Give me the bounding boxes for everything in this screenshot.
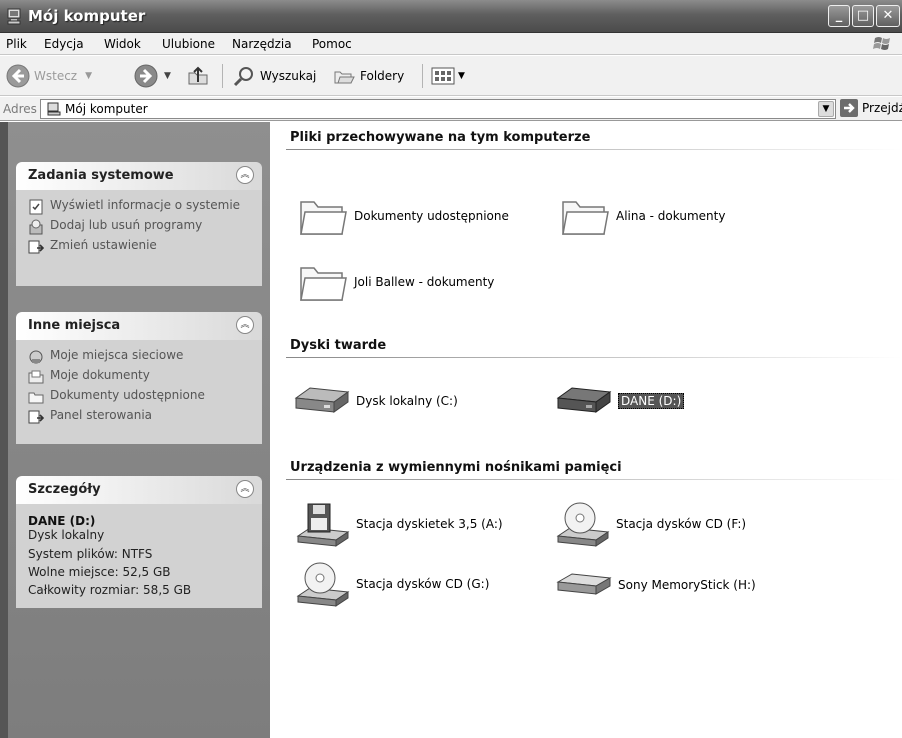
search-icon [233,67,253,87]
details-panel: Szczegóły ︽ DANE (D:) Dysk lokalny Syste… [16,476,262,608]
network-places-icon [29,350,43,364]
details-header[interactable]: Szczegóły ︽ [16,476,262,504]
my-documents-icon [28,370,44,384]
folder-icon [562,201,609,235]
collapse-icon[interactable]: ︽ [236,480,254,498]
up-folder-icon [188,66,208,85]
menu-edycja[interactable]: Edycja [44,37,84,51]
system-tasks-panel: Zadania systemowe ︽ Wyświetl informacje … [16,162,262,286]
task-pane: Zadania systemowe ︽ Wyświetl informacje … [8,122,270,738]
floppy-drive-icon [296,503,350,547]
group-divider [286,149,902,150]
address-value: Mój komputer [65,102,148,116]
group-title-hard-disks: Dyski twarde [290,338,387,353]
menu-plik[interactable]: Plik [6,37,27,51]
details-name: DANE (D:) [28,514,96,528]
system-tasks-header[interactable]: Zadania systemowe ︽ [16,162,262,190]
other-places-header[interactable]: Inne miejsca ︽ [16,312,262,340]
address-label: Adres [3,102,37,116]
collapse-icon[interactable]: ︽ [236,316,254,334]
address-field[interactable]: Mój komputer ▼ [40,99,836,119]
toolbar-separator [422,64,423,88]
system-info-icon [29,199,43,215]
item-cd-g[interactable]: Stacja dysków CD (G:) [294,560,489,608]
group-divider [286,479,902,480]
item-cd-f[interactable]: Stacja dysków CD (F:) [554,500,746,548]
title-bar[interactable]: Mój komputer _ □ ✕ [0,0,902,33]
place-shared-documents[interactable]: Dokumenty udostępnione [28,388,252,405]
menu-widok[interactable]: Widok [104,37,141,51]
item-floppy-a[interactable]: Stacja dyskietek 3,5 (A:) [294,500,503,548]
collapse-icon[interactable]: ︽ [236,166,254,184]
item-joli-ballew-documents[interactable]: Joli Ballew - dokumenty [298,260,494,304]
group-divider [286,357,902,358]
toolbar-separator [222,64,223,88]
address-bar: Adres Mój komputer ▼ Przejdź [0,97,902,121]
task-view-system-info[interactable]: Wyświetl informacje o systemie [28,198,252,215]
details-free-space: Wolne miejsce: 52,5 GB [28,565,171,579]
back-dropdown-icon[interactable]: ▼ [85,71,92,81]
cd-drive-icon [556,502,610,547]
windows-logo-icon [873,37,890,50]
place-network[interactable]: Moje miejsca sieciowe [28,348,252,365]
control-panel-icon [28,240,44,254]
control-panel-icon [28,410,44,424]
views-dropdown-icon[interactable]: ▼ [458,71,465,81]
group-title-removable: Urządzenia z wymiennymi nośnikami pamięc… [290,460,622,475]
item-shared-documents[interactable]: Dokumenty udostępnione [298,194,509,238]
window-border [0,122,8,738]
go-arrow-icon [840,99,858,117]
content-area: Pliki przechowywane na tym komputerze Do… [270,122,902,738]
back-button[interactable]: Wstecz ▼ [6,56,92,96]
hard-disk-icon [556,387,612,413]
item-local-disk-c[interactable]: Dysk lokalny (C:) [292,384,458,418]
menu-ulubione[interactable]: Ulubione [162,37,215,51]
menu-bar: Plik Edycja Widok Ulubione Narzędzia Pom… [0,33,902,55]
search-button[interactable]: Wyszukaj [232,56,316,96]
details-total-size: Całkowity rozmiar: 58,5 GB [28,583,192,597]
cd-drive-icon [296,562,350,607]
folders-icon [334,71,355,84]
computer-icon [7,8,21,25]
up-folder-button[interactable] [186,56,210,96]
task-add-remove-programs[interactable]: Dodaj lub usuń programy [28,218,252,235]
address-dropdown-button[interactable]: ▼ [818,101,834,117]
other-places-panel: Inne miejsca ︽ Moje miejsca sieciowe Moj… [16,312,262,444]
place-control-panel[interactable]: Panel sterowania [28,408,252,425]
details-filesystem: System plików: NTFS [28,547,153,561]
close-button[interactable]: ✕ [876,5,900,27]
add-remove-programs-icon [29,219,43,235]
item-dane-d[interactable]: DANE (D:) [554,384,685,418]
explorer-window: Mój komputer _ □ ✕ Plik Edycja Widok Ulu… [0,0,902,738]
memory-stick-icon [556,573,612,595]
item-alina-documents[interactable]: Alina - dokumenty [560,194,725,238]
window-title: Mój komputer [28,7,146,25]
forward-button[interactable]: ▼ [134,56,171,96]
folder-icon [28,392,44,404]
go-button[interactable]: Przejdź [840,99,902,117]
computer-icon [47,102,61,116]
folders-button[interactable]: Foldery [332,56,404,96]
folder-icon [300,267,347,301]
forward-arrow-icon [134,64,158,88]
back-arrow-icon [6,64,30,88]
minimize-button[interactable]: _ [828,5,850,27]
hard-disk-icon [294,387,350,413]
item-memorystick-h[interactable]: Sony MemoryStick (H:) [554,570,756,600]
details-type: Dysk lokalny [28,528,105,542]
toolbar: Wstecz ▼ ▼ Wyszukaj Foldery ▼ [0,56,902,96]
folder-icon [300,201,347,235]
maximize-button[interactable]: □ [852,5,874,27]
group-title-stored-files: Pliki przechowywane na tym komputerze [290,130,591,145]
place-my-documents[interactable]: Moje dokumenty [28,368,252,385]
menu-narzedzia[interactable]: Narzędzia [232,37,292,51]
views-icon [431,67,455,85]
menu-pomoc[interactable]: Pomoc [312,37,352,51]
task-change-setting[interactable]: Zmień ustawienie [28,238,252,255]
views-button[interactable]: ▼ [430,56,465,96]
forward-dropdown-icon[interactable]: ▼ [164,71,171,81]
